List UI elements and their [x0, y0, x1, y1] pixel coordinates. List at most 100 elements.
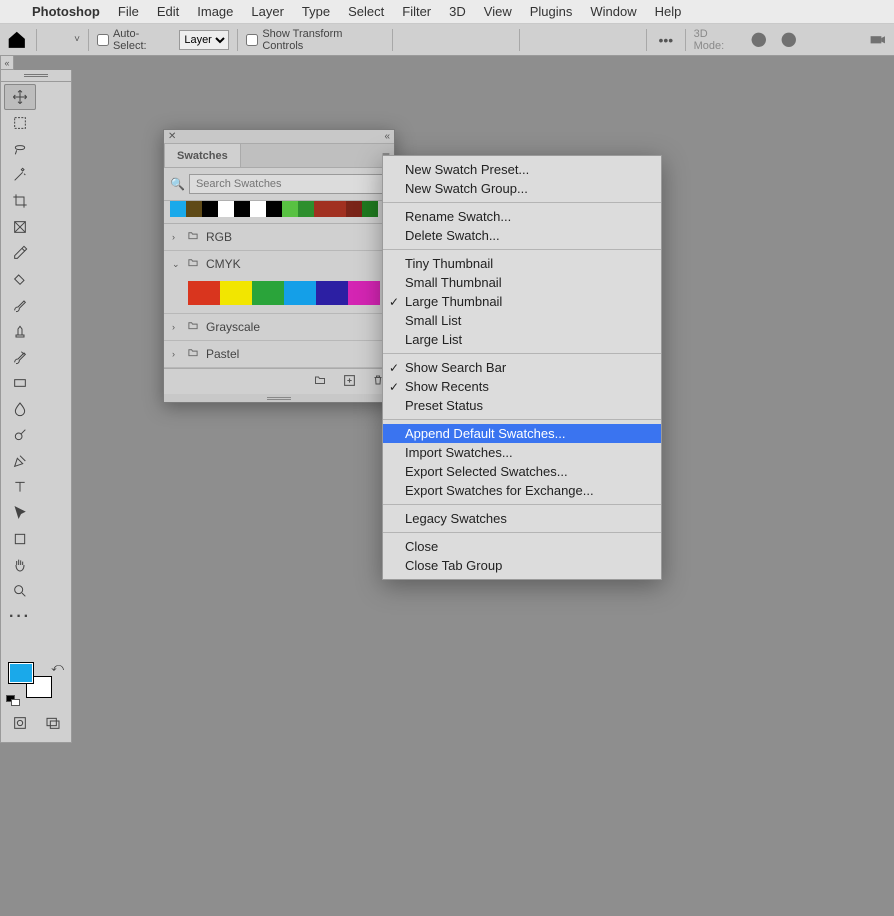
- magic-wand-tool[interactable]: [4, 162, 36, 188]
- panel-collapse-icon[interactable]: «: [384, 131, 390, 142]
- menu-image[interactable]: Image: [197, 4, 233, 19]
- menu-item[interactable]: Small List: [383, 311, 661, 330]
- align-top-icon[interactable]: [528, 29, 550, 51]
- recent-swatch[interactable]: [186, 201, 202, 217]
- app-name[interactable]: Photoshop: [32, 4, 100, 19]
- panel-resize-handle[interactable]: [164, 394, 394, 402]
- menu-item[interactable]: Rename Swatch...: [383, 207, 661, 226]
- menu-item[interactable]: Tiny Thumbnail: [383, 254, 661, 273]
- dodge-tool[interactable]: [4, 422, 36, 448]
- 3d-slide-icon[interactable]: [837, 29, 859, 51]
- clone-stamp-tool[interactable]: [4, 318, 36, 344]
- quick-mask-icon[interactable]: [4, 710, 35, 736]
- brush-tool[interactable]: [4, 292, 36, 318]
- align-center-v-icon[interactable]: [557, 29, 579, 51]
- default-colors-icon[interactable]: [6, 695, 20, 706]
- swatch[interactable]: [316, 281, 348, 305]
- swap-colors-icon[interactable]: ⤺: [51, 660, 64, 675]
- move-tool[interactable]: [4, 84, 36, 110]
- distribute-v-icon[interactable]: [617, 29, 639, 51]
- menu-item[interactable]: Export Swatches for Exchange...: [383, 481, 661, 500]
- show-transform-controls-checkbox[interactable]: Show Transform Controls: [246, 28, 383, 52]
- recent-swatch[interactable]: [298, 201, 314, 217]
- shape-tool[interactable]: [4, 526, 36, 552]
- menu-item[interactable]: Preset Status: [383, 396, 661, 415]
- align-left-icon[interactable]: [401, 29, 423, 51]
- menu-file[interactable]: File: [118, 4, 139, 19]
- 3d-pan-icon[interactable]: [807, 29, 829, 51]
- recent-swatch[interactable]: [362, 201, 378, 217]
- healing-brush-tool[interactable]: [4, 266, 36, 292]
- recent-swatch[interactable]: [266, 201, 282, 217]
- recent-swatch[interactable]: [346, 201, 362, 217]
- recent-swatch[interactable]: [234, 201, 250, 217]
- 3d-roll-icon[interactable]: [778, 29, 800, 51]
- menu-item[interactable]: Large List: [383, 330, 661, 349]
- blur-tool[interactable]: [4, 396, 36, 422]
- lasso-tool[interactable]: [4, 136, 36, 162]
- menu-layer[interactable]: Layer: [251, 4, 284, 19]
- menu-item[interactable]: ✓Show Recents: [383, 377, 661, 396]
- search-swatches-input[interactable]: [189, 174, 388, 194]
- menu-item[interactable]: Small Thumbnail: [383, 273, 661, 292]
- hand-tool[interactable]: [4, 552, 36, 578]
- distribute-h-icon[interactable]: [489, 29, 511, 51]
- menu-item[interactable]: Delete Swatch...: [383, 226, 661, 245]
- menu-view[interactable]: View: [484, 4, 512, 19]
- path-selection-tool[interactable]: [4, 500, 36, 526]
- new-group-icon[interactable]: [313, 374, 327, 389]
- recent-swatch[interactable]: [170, 201, 186, 217]
- menu-filter[interactable]: Filter: [402, 4, 431, 19]
- menu-item[interactable]: Append Default Swatches...: [383, 424, 661, 443]
- menu-help[interactable]: Help: [655, 4, 682, 19]
- swatch[interactable]: [348, 281, 380, 305]
- foreground-color[interactable]: [8, 662, 34, 684]
- history-brush-tool[interactable]: [4, 344, 36, 370]
- 3d-camera-icon[interactable]: [867, 29, 889, 51]
- menu-select[interactable]: Select: [348, 4, 384, 19]
- home-button[interactable]: [6, 29, 28, 51]
- menu-item[interactable]: Close Tab Group: [383, 556, 661, 575]
- auto-select-checkbox[interactable]: Auto-Select:: [97, 28, 171, 52]
- menu-edit[interactable]: Edit: [157, 4, 179, 19]
- recent-swatch[interactable]: [330, 201, 346, 217]
- menu-item[interactable]: Import Swatches...: [383, 443, 661, 462]
- new-swatch-icon[interactable]: [343, 374, 356, 390]
- zoom-tool[interactable]: [4, 578, 36, 604]
- align-center-h-icon[interactable]: [430, 29, 452, 51]
- frame-tool[interactable]: [4, 214, 36, 240]
- align-bottom-icon[interactable]: [587, 29, 609, 51]
- menu-item[interactable]: New Swatch Group...: [383, 179, 661, 198]
- swatch[interactable]: [220, 281, 252, 305]
- swatch-group-header[interactable]: ›Grayscale: [164, 314, 394, 340]
- recent-swatch[interactable]: [314, 201, 330, 217]
- tab-swatches[interactable]: Swatches: [164, 143, 241, 167]
- swatch-group-header[interactable]: ›Pastel: [164, 341, 394, 367]
- eyedropper-tool[interactable]: [4, 240, 36, 266]
- menu-item[interactable]: ✓Show Search Bar: [383, 358, 661, 377]
- recent-swatch[interactable]: [218, 201, 234, 217]
- type-tool[interactable]: [4, 474, 36, 500]
- more-align-icon[interactable]: •••: [655, 29, 677, 51]
- edit-toolbar-button[interactable]: ···: [4, 604, 36, 630]
- menu-3d[interactable]: 3D: [449, 4, 466, 19]
- gradient-tool[interactable]: [4, 370, 36, 396]
- menu-type[interactable]: Type: [302, 4, 330, 19]
- rectangular-marquee-tool[interactable]: [4, 110, 36, 136]
- swatch[interactable]: [188, 281, 220, 305]
- panel-close-icon[interactable]: ✕: [168, 131, 176, 142]
- auto-select-target[interactable]: Layer: [179, 30, 229, 50]
- recent-swatch[interactable]: [282, 201, 298, 217]
- menu-item[interactable]: Legacy Swatches: [383, 509, 661, 528]
- 3d-orbit-icon[interactable]: [748, 29, 770, 51]
- swatch[interactable]: [284, 281, 316, 305]
- toolbox-collapse-icon[interactable]: «: [0, 56, 14, 70]
- pen-tool[interactable]: [4, 448, 36, 474]
- toolbox-drag-handle[interactable]: [0, 70, 72, 82]
- menu-item[interactable]: New Swatch Preset...: [383, 160, 661, 179]
- menu-plugins[interactable]: Plugins: [530, 4, 573, 19]
- swatch-group-header[interactable]: ›RGB: [164, 224, 394, 250]
- crop-tool[interactable]: [4, 188, 36, 214]
- recent-swatch[interactable]: [250, 201, 266, 217]
- align-right-icon[interactable]: [460, 29, 482, 51]
